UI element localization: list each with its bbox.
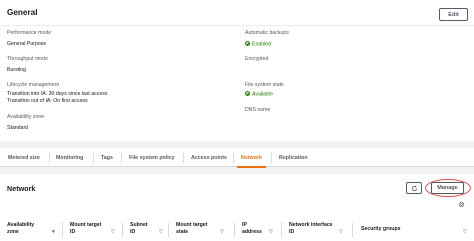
automatic-backups-status: Enabled	[245, 41, 271, 48]
column-header-mount-target-state[interactable]: Mount target state	[176, 222, 207, 235]
tab-access-points[interactable]: Access points	[191, 148, 227, 167]
sort-down-icon[interactable]: ▼	[51, 230, 56, 235]
lifecycle-transition-out-of-ia: Transition out of IA: On first access	[7, 98, 88, 104]
tab-divider	[271, 153, 272, 163]
column-divider	[352, 223, 353, 237]
tab-divider	[93, 153, 94, 163]
tab-divider	[233, 153, 234, 163]
automatic-backups-label: Automatic backups	[245, 30, 289, 36]
column-header-availability-zone[interactable]: Availability zone	[7, 222, 34, 235]
availability-zone-value: Standard	[7, 125, 29, 131]
automatic-backups-value: Enabled	[252, 41, 272, 48]
tab-tags[interactable]: Tags	[101, 148, 113, 167]
edit-button[interactable]: Edit	[439, 8, 468, 21]
column-divider	[234, 223, 235, 237]
column-header-security-groups[interactable]: Security groups	[361, 226, 401, 233]
refresh-icon	[411, 185, 417, 191]
network-panel: Network Manage Availability zone ▼ Mount …	[0, 174, 474, 241]
performance-mode-value: General Purpose	[7, 41, 47, 47]
performance-mode-label: Performance mode	[7, 30, 52, 36]
sort-icon[interactable]: ▽	[339, 230, 343, 235]
dns-name-label: DNS name	[245, 107, 271, 113]
annotation-circle	[425, 179, 471, 197]
availability-zone-label: Availability zone	[7, 114, 45, 120]
check-circle-icon	[245, 41, 250, 46]
file-system-state-label: File system state	[245, 82, 284, 88]
sort-icon[interactable]: ▽	[220, 230, 224, 235]
tab-metered-size[interactable]: Metered size	[8, 148, 40, 167]
throughput-mode-label: Throughput mode	[7, 56, 48, 62]
general-panel: General Edit Performance mode General Pu…	[0, 0, 474, 143]
detail-tabs: Metered size Monitoring Tags File system…	[0, 148, 474, 168]
tab-replication[interactable]: Replication	[279, 148, 308, 167]
tab-divider	[121, 153, 122, 163]
tab-network[interactable]: Network	[237, 148, 266, 168]
tab-file-system-policy[interactable]: File system policy	[129, 148, 175, 167]
general-title: General	[7, 8, 38, 17]
column-divider	[281, 223, 282, 237]
file-system-state-status: Available	[245, 91, 273, 98]
sort-icon[interactable]: ▽	[463, 230, 467, 235]
column-header-mount-target-id[interactable]: Mount target ID	[70, 222, 101, 235]
throughput-mode-value: Bursting	[7, 67, 27, 73]
refresh-button[interactable]	[406, 182, 422, 194]
column-divider	[168, 223, 169, 237]
tab-divider	[49, 153, 50, 163]
tab-monitoring[interactable]: Monitoring	[56, 148, 83, 167]
column-header-ip-address[interactable]: IP address	[242, 222, 262, 235]
gear-icon[interactable]	[458, 201, 465, 208]
sort-icon[interactable]: ▽	[269, 230, 273, 235]
network-title: Network	[7, 184, 36, 193]
column-divider	[122, 223, 123, 237]
tab-divider	[183, 153, 184, 163]
file-system-state-value: Available	[252, 91, 273, 98]
column-header-network-interface-id[interactable]: Network interface ID	[289, 222, 333, 235]
encrypted-label: Encrypted	[245, 56, 269, 62]
check-circle-icon	[245, 91, 250, 96]
sort-icon[interactable]: ▽	[111, 230, 115, 235]
lifecycle-management-label: Lifecycle management	[7, 82, 59, 88]
lifecycle-transition-into-ia: Transition into IA: 30 days since last a…	[7, 91, 108, 97]
column-header-subnet-id[interactable]: Subnet ID	[130, 222, 148, 235]
general-panel-header: General Edit	[0, 0, 474, 26]
column-divider	[62, 223, 63, 237]
sort-icon[interactable]: ▽	[159, 230, 163, 235]
